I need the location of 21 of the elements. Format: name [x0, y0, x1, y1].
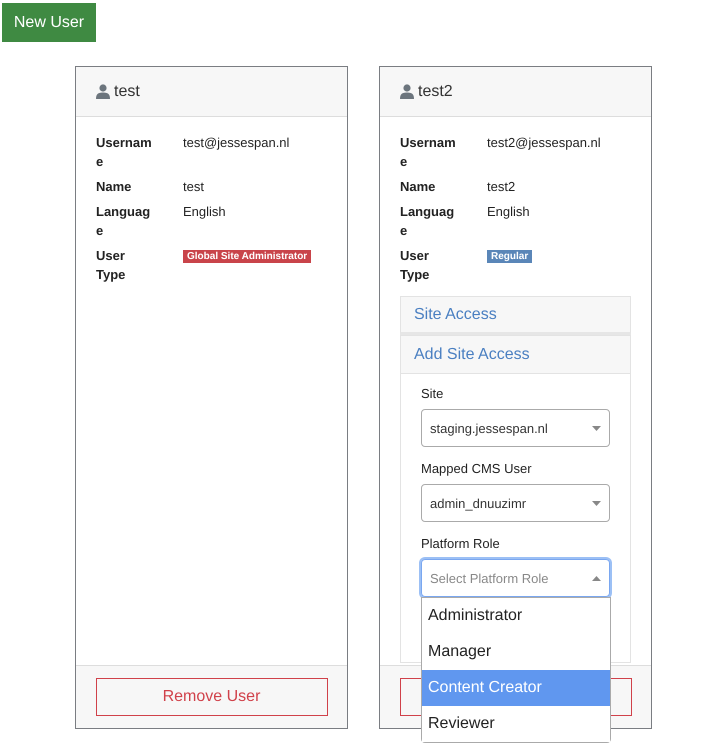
user-type-label: Regular — [487, 250, 532, 263]
detail-value: test@jessespan.nl — [183, 134, 290, 152]
detail-value: test2@jessespan.nl — [487, 134, 602, 152]
detail-label: Name — [400, 178, 436, 196]
field-label: Site — [421, 386, 444, 401]
detail-label: Usernam e — [96, 134, 153, 171]
detail-value: test — [183, 178, 205, 196]
field-label: Platform Role — [421, 536, 501, 551]
user-name: test2 — [418, 82, 453, 100]
user-type-label: Global Site Administrator — [183, 250, 312, 263]
detail-label: User Type — [96, 247, 126, 284]
detail-value: English — [183, 203, 227, 221]
detail-label: Usernam e — [400, 134, 457, 171]
detail-label: Name — [96, 178, 132, 196]
detail-value: test2 — [487, 178, 516, 196]
detail-label: Languag e — [400, 203, 456, 240]
user-name: test — [114, 82, 140, 100]
detail-label: Languag e — [96, 203, 152, 240]
detail-value: English — [487, 203, 531, 221]
field-label: Mapped CMS User — [421, 461, 533, 476]
detail-label: User Type — [400, 247, 430, 284]
